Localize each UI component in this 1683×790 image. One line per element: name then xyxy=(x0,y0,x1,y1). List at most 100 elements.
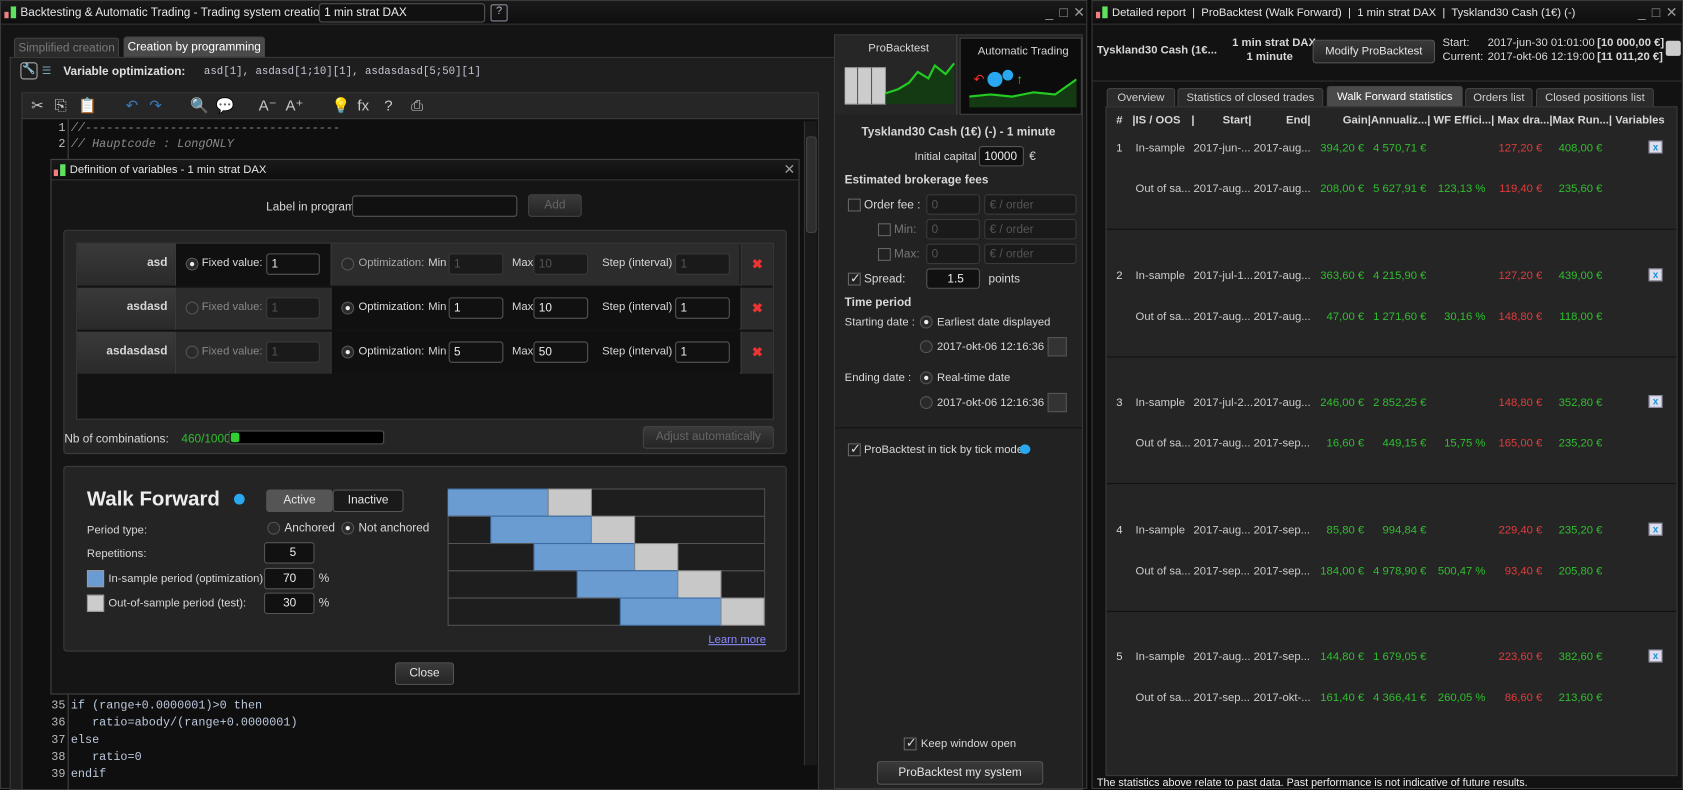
redo-icon[interactable]: ↷ xyxy=(149,97,162,115)
step-input[interactable]: 1 xyxy=(675,253,730,275)
code-line[interactable]: else xyxy=(71,734,99,747)
variables-icon[interactable]: x xyxy=(1648,395,1663,408)
optimization-radio[interactable] xyxy=(341,301,355,315)
add-button[interactable]: Add xyxy=(528,194,582,217)
min-fee-input[interactable]: 0 xyxy=(926,218,980,240)
in-sample-spinner[interactable]: 70 xyxy=(264,567,315,590)
end-date-radio[interactable] xyxy=(919,396,933,410)
initial-capital-input[interactable]: 10000 xyxy=(978,145,1024,167)
walk-forward-active-button[interactable]: Active xyxy=(266,489,333,513)
keep-window-open-checkbox[interactable] xyxy=(903,735,917,751)
spread-spinner[interactable]: 1.5 xyxy=(926,268,980,289)
spread-checkbox[interactable] xyxy=(847,271,861,286)
col-header-end[interactable]: End| xyxy=(1286,114,1310,127)
close-window-button[interactable]: ✕ xyxy=(1666,4,1678,21)
comment-icon[interactable]: 💬 xyxy=(216,97,235,115)
learn-more-link[interactable]: Learn more xyxy=(708,633,766,646)
close-window-button[interactable]: ✕ xyxy=(1073,4,1085,21)
label-in-program-input[interactable] xyxy=(352,195,518,217)
tab-orders-list[interactable]: Orders list xyxy=(1465,88,1533,107)
code-line[interactable]: if (range+0.0000001)>0 then xyxy=(71,700,262,713)
tick-mode-checkbox[interactable] xyxy=(847,441,861,457)
info-bubble-icon[interactable] xyxy=(1019,444,1031,455)
variables-icon[interactable]: x xyxy=(1648,649,1663,663)
tab-automatic-trading[interactable]: Automatic Trading ↶ ↑ xyxy=(959,37,1082,115)
bulb-icon[interactable]: 💡 xyxy=(332,97,351,115)
cut-icon[interactable]: ✂ xyxy=(31,97,44,115)
minimize-button[interactable]: _ xyxy=(1638,4,1646,20)
col-header-metrics[interactable]: Gain|Annualiz...| WF Effici...| Max dra.… xyxy=(1343,114,1665,127)
copy-icon[interactable]: ⎘ xyxy=(55,97,67,115)
undo-icon[interactable]: ↶ xyxy=(126,97,139,115)
modify-probacktest-button[interactable]: Modify ProBacktest xyxy=(1312,39,1436,64)
optimization-radio[interactable] xyxy=(341,257,355,271)
start-calendar-icon[interactable] xyxy=(1047,337,1067,357)
variables-icon[interactable]: x xyxy=(1648,522,1663,536)
min-input[interactable]: 1 xyxy=(448,297,504,319)
probacktest-my-system-button[interactable]: ProBacktest my system xyxy=(876,761,1044,785)
start-date-radio[interactable] xyxy=(919,340,933,354)
start-earliest-radio[interactable] xyxy=(919,315,933,329)
function-icon[interactable]: fx xyxy=(357,97,369,114)
code-line[interactable]: // Hauptcode : LongONLY xyxy=(71,138,234,151)
delete-variable-icon[interactable]: ✖ xyxy=(740,331,773,374)
max-fee-input[interactable]: 0 xyxy=(926,243,980,265)
walk-forward-inactive-button[interactable]: Inactive xyxy=(332,489,404,513)
print-icon[interactable] xyxy=(1665,40,1681,56)
col-header-number[interactable]: # xyxy=(1116,114,1122,127)
adjust-automatically-button[interactable]: Adjust automatically xyxy=(642,426,774,449)
code-line[interactable]: //------------------------------------ xyxy=(71,122,340,135)
code-line[interactable]: ratio=0 xyxy=(71,751,142,764)
system-name-input[interactable]: 1 min strat DAX xyxy=(318,3,486,23)
editor-scrollbar[interactable] xyxy=(803,121,817,766)
max-input[interactable]: 10 xyxy=(533,297,589,319)
max-fee-unit-select[interactable]: € / order xyxy=(984,243,1077,265)
close-button[interactable]: Close xyxy=(394,662,455,685)
step-input[interactable]: 1 xyxy=(675,297,730,319)
order-fee-unit-select[interactable]: € / order xyxy=(984,194,1077,215)
help-icon[interactable]: ? xyxy=(384,97,392,114)
repetitions-spinner[interactable]: 5 xyxy=(264,542,315,564)
max-fee-checkbox[interactable] xyxy=(877,247,891,261)
fixed-value-radio[interactable] xyxy=(185,345,199,359)
max-input[interactable]: 50 xyxy=(533,341,589,363)
col-header-start[interactable]: Start| xyxy=(1223,114,1252,127)
tab-creation-by-programming[interactable]: Creation by programming xyxy=(123,36,266,57)
anchored-radio[interactable] xyxy=(267,521,281,535)
dialog-close-icon[interactable]: ✕ xyxy=(784,161,796,178)
font-increase-icon[interactable]: A⁺ xyxy=(285,97,303,115)
delete-variable-icon[interactable]: ✖ xyxy=(740,243,773,286)
tab-simplified-creation[interactable]: Simplified creation xyxy=(13,37,120,57)
wrench-icon[interactable]: 🔧 xyxy=(20,62,38,80)
tab-walk-forward-statistics[interactable]: Walk Forward statistics xyxy=(1326,85,1463,107)
max-input[interactable]: 10 xyxy=(533,253,589,275)
end-realtime-radio[interactable] xyxy=(919,371,933,385)
minimize-button[interactable]: _ xyxy=(1045,4,1053,20)
tab-probacktest[interactable]: ProBacktest xyxy=(835,35,958,115)
min-input[interactable]: 5 xyxy=(448,341,504,363)
search-icon[interactable]: 🔍 xyxy=(190,97,209,115)
code-line[interactable]: ratio=abody/(range+0.0000001) xyxy=(71,717,297,730)
min-input[interactable]: 1 xyxy=(448,253,504,275)
min-fee-unit-select[interactable]: € / order xyxy=(984,218,1077,240)
maximize-button[interactable]: □ xyxy=(1652,4,1660,20)
optimization-radio[interactable] xyxy=(341,345,355,359)
info-bubble-icon[interactable] xyxy=(233,493,245,505)
fixed-value-radio[interactable] xyxy=(185,301,199,315)
min-fee-checkbox[interactable] xyxy=(877,223,891,237)
fixed-value-input[interactable]: 1 xyxy=(266,253,320,275)
maximize-button[interactable]: □ xyxy=(1059,4,1067,20)
fixed-value-input[interactable]: 1 xyxy=(266,297,320,319)
out-of-sample-spinner[interactable]: 30 xyxy=(264,592,315,615)
code-line[interactable]: endif xyxy=(71,769,106,782)
paste-icon[interactable]: 📋 xyxy=(78,97,97,115)
variables-icon[interactable]: x xyxy=(1648,267,1663,281)
step-input[interactable]: 1 xyxy=(675,341,730,363)
doc-help-icon[interactable]: ? xyxy=(490,4,508,22)
order-fee-input[interactable]: 0 xyxy=(926,194,980,215)
variables-icon[interactable]: x xyxy=(1648,140,1663,154)
tab-closed-positions-list[interactable]: Closed positions list xyxy=(1535,88,1654,107)
fixed-value-radio[interactable] xyxy=(185,257,199,271)
order-fee-checkbox[interactable] xyxy=(847,198,861,212)
col-header-is-oos[interactable]: |IS / OOS xyxy=(1132,114,1180,127)
